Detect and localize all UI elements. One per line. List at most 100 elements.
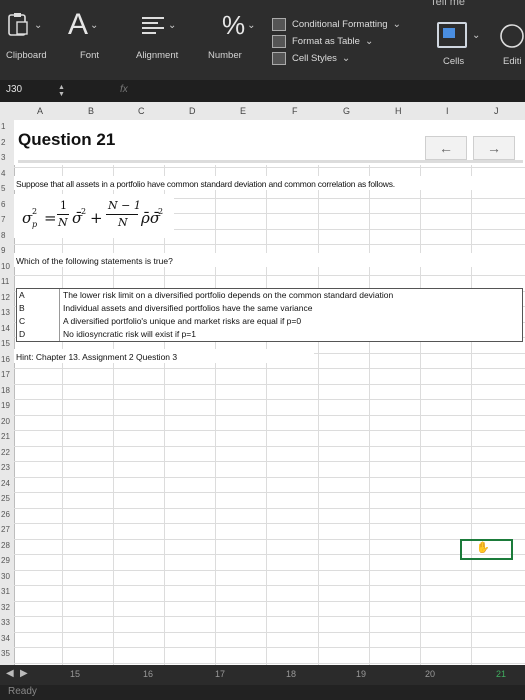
row-header[interactable]: 13 <box>1 308 10 317</box>
sheet-tab[interactable]: 16 <box>143 669 153 679</box>
sheet-tab-active[interactable]: 21 <box>496 669 506 679</box>
row-header[interactable]: 35 <box>1 649 10 658</box>
row-header[interactable]: 14 <box>1 324 10 333</box>
gridline <box>14 399 525 400</box>
gridline <box>369 120 370 665</box>
clipboard-group[interactable]: ⌄ Clipboard <box>6 6 66 66</box>
row-header[interactable]: 2 <box>1 138 5 147</box>
row-header[interactable]: 19 <box>1 401 10 410</box>
row-header[interactable]: 16 <box>1 355 10 364</box>
next-question-button[interactable]: → <box>473 136 515 160</box>
frac2-denominator: N <box>118 216 128 229</box>
column-header[interactable]: B <box>88 106 94 116</box>
row-header[interactable]: 18 <box>1 386 10 395</box>
column-header[interactable]: E <box>240 106 246 116</box>
gridline <box>14 445 525 447</box>
frac1-bar <box>57 214 69 215</box>
row-header[interactable]: 23 <box>1 463 10 472</box>
sheet-tab[interactable]: 18 <box>286 669 296 679</box>
column-header[interactable]: H <box>395 106 402 116</box>
row-header[interactable]: 26 <box>1 510 10 519</box>
row-header[interactable]: 29 <box>1 556 10 565</box>
name-box-chevron-icon[interactable]: ▲ ▼ <box>58 84 65 98</box>
column-header[interactable]: A <box>37 106 43 116</box>
fx-icon[interactable]: fx <box>120 84 128 95</box>
gridline <box>14 383 525 385</box>
sheet-tab[interactable]: 20 <box>425 669 435 679</box>
row-header[interactable]: 9 <box>1 246 5 255</box>
row-header[interactable]: 22 <box>1 448 10 457</box>
name-box[interactable]: J30 <box>6 84 22 95</box>
row-header[interactable]: 34 <box>1 634 10 643</box>
cells-icon <box>437 22 467 48</box>
row-header[interactable]: 10 <box>1 262 10 271</box>
row-header[interactable]: 24 <box>1 479 10 488</box>
option-row-b[interactable]: B Individual assets and diversified port… <box>17 302 522 316</box>
sheet-tab[interactable]: 17 <box>215 669 225 679</box>
arrow-left-icon: ← <box>439 140 453 156</box>
gridline <box>14 368 525 369</box>
row-header[interactable]: 30 <box>1 572 10 581</box>
row-header[interactable]: 27 <box>1 525 10 534</box>
gridline <box>14 430 525 431</box>
tell-me-field[interactable]: Tell me <box>430 0 465 8</box>
row-header[interactable]: 12 <box>1 293 10 302</box>
option-row-d[interactable]: D No idiosyncratic risk will exist if p=… <box>17 328 522 341</box>
prev-question-button[interactable]: ← <box>425 136 467 160</box>
row-header[interactable]: 20 <box>1 417 10 426</box>
font-icon: A ⌄ <box>68 8 99 41</box>
column-header[interactable]: D <box>189 106 196 116</box>
column-header[interactable]: J <box>494 106 499 116</box>
formula-bar: J30 ▲ ▼ fx <box>0 80 525 103</box>
row-header[interactable]: 11 <box>1 277 9 286</box>
column-header[interactable]: F <box>292 106 298 116</box>
row-header[interactable]: 21 <box>1 432 10 441</box>
sheet-tab[interactable]: 19 <box>356 669 366 679</box>
option-row-a[interactable]: A The lower risk limit on a diversified … <box>17 289 522 303</box>
number-group[interactable]: % ⌄ Number <box>204 6 264 66</box>
row-header[interactable]: 32 <box>1 603 10 612</box>
cells-chevron-icon: ⌄ <box>472 30 481 41</box>
format-as-table-button[interactable]: Format as Table ⌄ <box>272 33 401 50</box>
row-header[interactable]: 7 <box>1 215 5 224</box>
font-label: Font <box>80 50 100 61</box>
scroll-right-icon[interactable]: ▶ <box>20 668 28 679</box>
gridline <box>14 647 525 648</box>
sheet-tab[interactable]: 15 <box>70 669 80 679</box>
column-header[interactable]: G <box>343 106 350 116</box>
row-header[interactable]: 17 <box>1 370 10 379</box>
alignment-group[interactable]: ⌄ Alignment <box>130 6 200 66</box>
frac1-denominator: N <box>58 216 68 229</box>
row-header[interactable]: 8 <box>1 231 5 240</box>
frac2-bar <box>106 214 138 215</box>
row-header[interactable]: 28 <box>1 541 10 550</box>
row-headers: 1 2 3 4 5 6 7 8 9 10 11 12 13 14 15 16 17 18 19 20 21 22 23 24 2… <box>0 120 15 665</box>
row-header[interactable]: 5 <box>1 184 5 193</box>
row-header[interactable]: 3 <box>1 153 5 162</box>
row-header[interactable]: 15 <box>1 339 10 348</box>
font-group[interactable]: A ⌄ Font <box>68 6 118 66</box>
spreadsheet-grid[interactable]: A B C D E F G H I J 1 2 3 4 5 6 7 8 9 10 11 12 13 14 1… <box>0 102 525 665</box>
row-header[interactable]: 31 <box>1 587 10 596</box>
row-header[interactable]: 1 <box>1 122 5 131</box>
conditional-formatting-label: Conditional Formatting <box>292 19 388 30</box>
option-row-c[interactable]: C A diversified portfolio's unique and m… <box>17 315 522 329</box>
hint-text: Hint: Chapter 13. Assignment 2 Question … <box>16 352 178 362</box>
gridline <box>14 631 525 633</box>
row-header[interactable]: 4 <box>1 169 5 178</box>
column-header[interactable]: I <box>446 106 449 116</box>
row-header[interactable]: 6 <box>1 200 5 209</box>
row-header[interactable]: 33 <box>1 618 10 627</box>
row-header[interactable]: 25 <box>1 494 10 503</box>
sheet-tabs-bar: ◀ ▶ 15 16 17 18 19 20 21 <box>0 665 525 685</box>
clipboard-label: Clipboard <box>6 50 47 61</box>
scroll-left-icon[interactable]: ◀ <box>6 668 14 679</box>
gridline <box>14 492 525 493</box>
cell-styles-button[interactable]: Cell Styles ⌄ <box>272 50 401 67</box>
gridline <box>14 600 525 602</box>
conditional-formatting-button[interactable]: Conditional Formatting ⌄ <box>272 16 401 33</box>
gridline <box>471 120 472 665</box>
column-header[interactable]: C <box>138 106 145 116</box>
formula-equals: = <box>44 209 57 227</box>
gridline <box>14 523 525 524</box>
